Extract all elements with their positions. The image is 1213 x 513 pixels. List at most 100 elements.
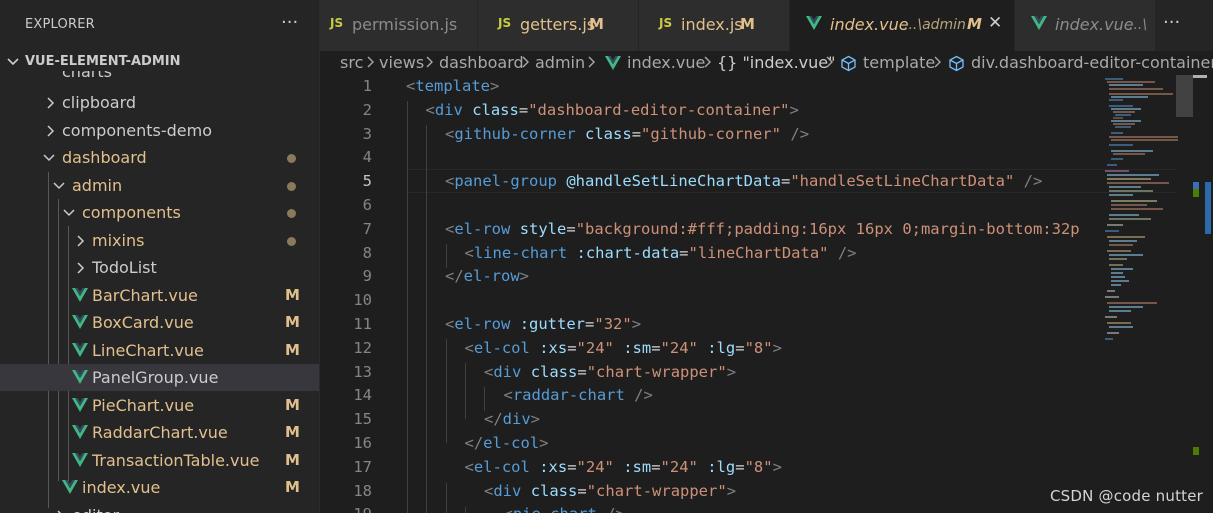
tab-index-vue[interactable]: index.vue ...\: [1015, 0, 1156, 51]
tree-item-transactiontable[interactable]: TransactionTable.vue M: [0, 447, 319, 474]
line-number: 17: [353, 457, 372, 476]
code-token: =: [577, 481, 587, 500]
scrollbar-thumb[interactable]: [1176, 75, 1193, 117]
vue-file-icon: [72, 398, 88, 412]
tree-item-components[interactable]: components: [0, 199, 319, 226]
code-token: class: [530, 362, 578, 381]
code-token: el-col: [473, 457, 530, 476]
chevron-right-icon: [522, 56, 529, 68]
tree-item-panelgroup[interactable]: PanelGroup.vue: [0, 364, 319, 391]
breadcrumb-item[interactable]: views: [379, 53, 424, 72]
tree-item-boxcard[interactable]: BoxCard.vue M: [0, 309, 319, 336]
code-token: >: [789, 100, 799, 119]
code-line: <pie-chart />: [504, 505, 625, 513]
overview-ruler: [1193, 75, 1211, 455]
tree-item-mixins[interactable]: mixins: [0, 227, 319, 254]
line-number: 12: [353, 338, 372, 357]
code-line: <el-col :xs="24" :sm="24" :lg="8">: [465, 339, 782, 357]
tree-item-label: editor: [72, 506, 119, 513]
tree-item-barchart[interactable]: BarChart.vue M: [0, 282, 319, 309]
code-token: >: [772, 457, 782, 476]
tree-item-piechart[interactable]: PieChart.vue M: [0, 392, 319, 419]
indent-guide: [484, 387, 485, 411]
line-number: 8: [362, 243, 372, 262]
code-token: </: [445, 267, 464, 286]
tab-index-vue-admin[interactable]: index.vue ...\admin M ✕: [790, 0, 1015, 51]
breadcrumb-item[interactable]: template: [863, 53, 935, 72]
tree-item-index-vue[interactable]: index.vue M: [0, 474, 319, 501]
tree-item-todolist[interactable]: TodoList: [0, 254, 319, 281]
chevron-right-icon: [426, 56, 433, 68]
chevron-right-icon: [588, 56, 595, 68]
tree-item-clipboard[interactable]: clipboard: [0, 89, 319, 116]
code-token: =: [567, 338, 577, 357]
breadcrumb-item[interactable]: index.vue: [627, 53, 705, 72]
close-icon[interactable]: ✕: [988, 13, 1002, 33]
tree-item-label: PanelGroup.vue: [92, 368, 219, 387]
tree-item-raddarchart[interactable]: RaddarChart.vue M: [0, 419, 319, 446]
code-token: "handleSetLineChartData": [790, 172, 1015, 191]
more-actions-icon[interactable]: ···: [1163, 12, 1180, 33]
tree-item-components-demo[interactable]: components-demo: [0, 117, 319, 144]
workspace-root[interactable]: VUE-ELEMENT-ADMIN: [0, 52, 319, 72]
vue-file-icon: [605, 56, 621, 70]
code-token: pie-chart: [513, 505, 597, 513]
indent-guide: [426, 125, 427, 513]
minimap[interactable]: [1093, 75, 1178, 513]
line-number: 6: [362, 196, 372, 214]
tab-modified-badge: M: [740, 15, 755, 33]
code-token: <: [464, 457, 474, 476]
breadcrumb: src views dashboard admin index.vue {} "…: [320, 51, 1213, 75]
code-token: <: [464, 243, 474, 262]
code-line: <div class="chart-wrapper">: [484, 363, 736, 381]
indent-guide: [446, 339, 447, 443]
tab-index-js[interactable]: JS index.js M: [639, 0, 790, 51]
modified-dot-icon: [287, 209, 296, 218]
breadcrumb-item[interactable]: src: [340, 53, 363, 72]
code-token: "24": [660, 338, 698, 357]
code-token: :chart-data: [576, 243, 680, 262]
overview-cursor-mark: [1193, 75, 1207, 78]
tree-item-linechart[interactable]: LineChart.vue M: [0, 337, 319, 364]
code-token: "github-corner": [641, 124, 782, 143]
vertical-scrollbar[interactable]: [1178, 75, 1192, 513]
code-token: <: [445, 172, 455, 191]
code-token: >: [726, 362, 737, 381]
tree-item-label: clipboard: [62, 93, 137, 112]
breadcrumb-item[interactable]: div.dashboard-editor-containerrc: [971, 53, 1213, 72]
cube-icon: [949, 55, 964, 72]
code-line: <raddar-chart />: [504, 386, 653, 404]
tab-permission-js[interactable]: JS permission.js: [320, 0, 478, 51]
code-token: "lineChartData": [688, 243, 829, 262]
chevron-down-icon: [7, 58, 19, 66]
code-line: </el-row>: [445, 267, 529, 285]
tree-item-label: admin: [72, 176, 123, 195]
line-number: 10: [353, 291, 372, 310]
breadcrumb-item[interactable]: admin: [535, 53, 585, 72]
code-token: "8": [744, 457, 773, 476]
modified-dot-icon: [287, 154, 296, 163]
tree-item-editor[interactable]: editor: [0, 502, 319, 513]
code-line: <panel-group @handleSetLineChartData="ha…: [445, 172, 1042, 190]
code-token: github-corner: [454, 124, 576, 143]
js-file-icon: JS: [498, 16, 512, 30]
tree-item-label: LineChart.vue: [92, 341, 204, 360]
breadcrumb-item[interactable]: {} "index.vue": [717, 53, 835, 72]
code-token: "24": [576, 338, 614, 357]
code-token: </: [484, 410, 503, 429]
more-actions-icon[interactable]: ···: [281, 12, 298, 33]
tab-getters-js[interactable]: JS getters.js M: [478, 0, 639, 51]
indent-guide: [465, 507, 466, 513]
workspace-root-label: VUE-ELEMENT-ADMIN: [25, 54, 181, 69]
code-token: =: [585, 315, 595, 333]
code-editor[interactable]: 12345678910111213141516171819 <template>…: [320, 75, 1213, 513]
breadcrumb-item[interactable]: dashboard: [439, 53, 524, 72]
tree-item-admin[interactable]: admin: [0, 172, 319, 199]
chevron-right-icon: [826, 56, 833, 68]
tree-item-dashboard[interactable]: dashboard: [0, 144, 319, 171]
line-number: 11: [353, 315, 372, 333]
